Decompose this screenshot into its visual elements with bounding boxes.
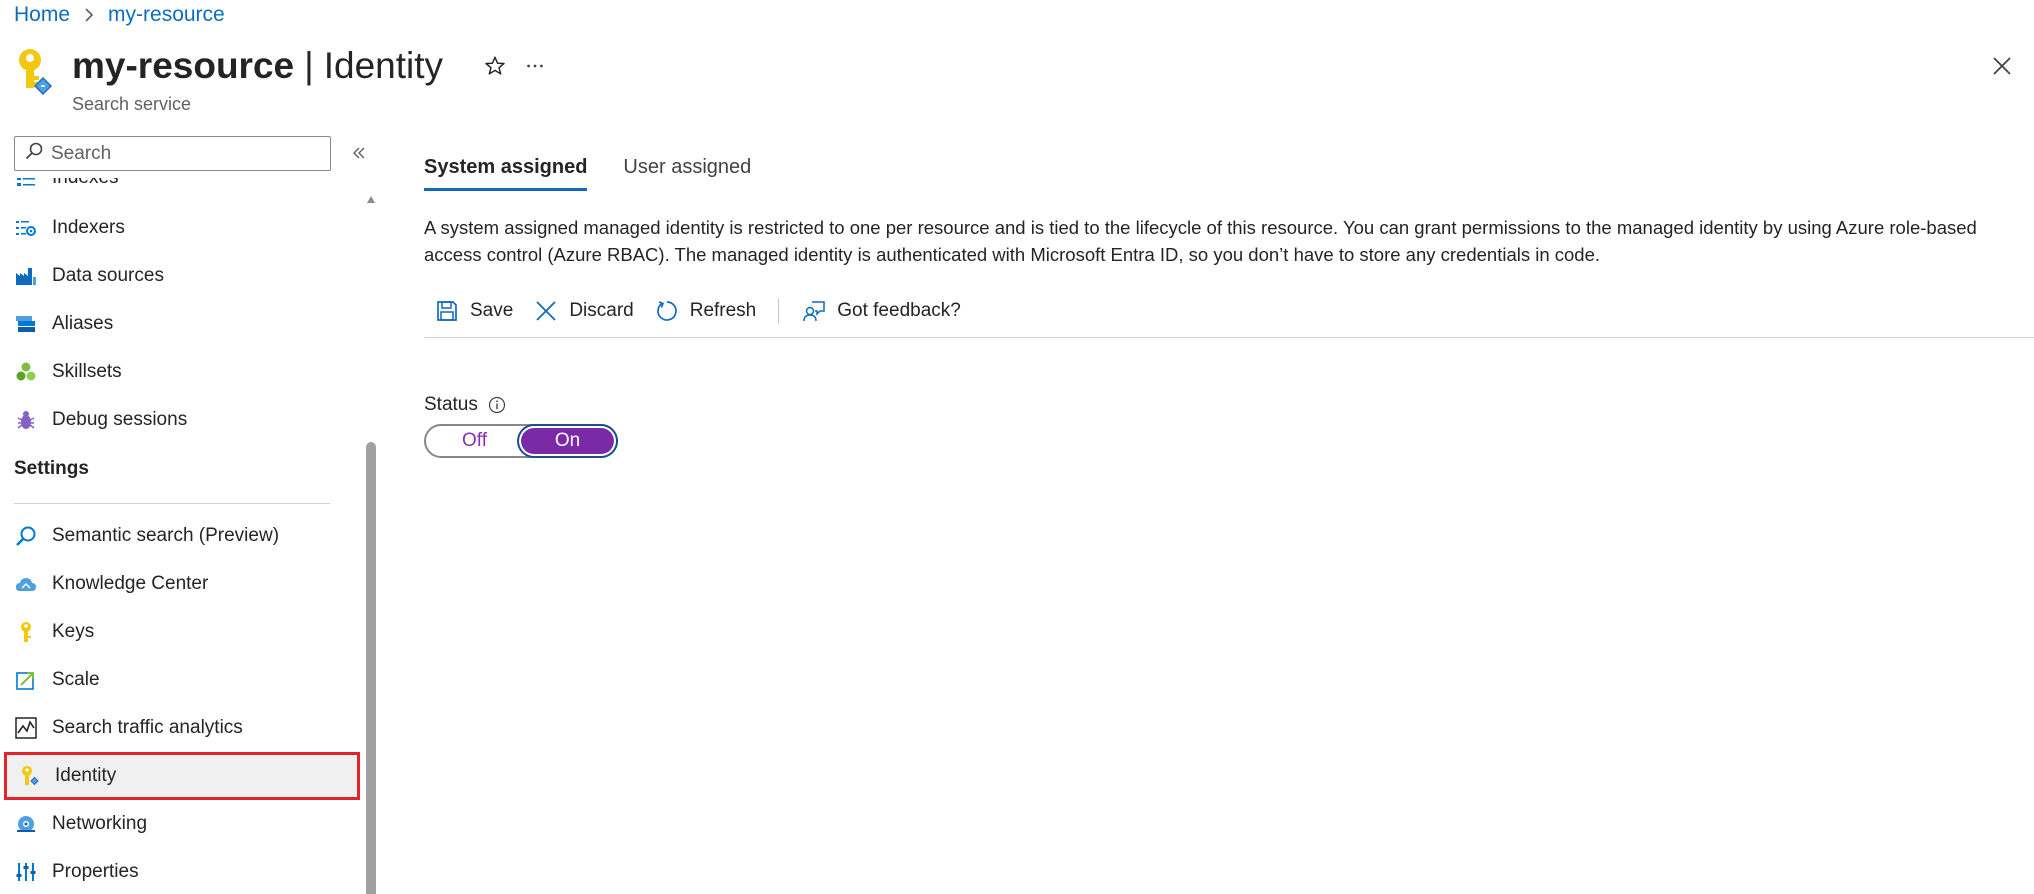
discard-label: Discard	[569, 299, 634, 321]
semantic-search-icon	[14, 524, 38, 548]
tab-user-assigned[interactable]: User assigned	[623, 156, 751, 188]
sidebar-item-knowledge-center[interactable]: Knowledge Center	[4, 560, 360, 608]
breadcrumb-home-link[interactable]: Home	[14, 3, 70, 27]
search-service-key-icon	[14, 48, 56, 104]
breadcrumb-resource-link[interactable]: my-resource	[108, 3, 225, 27]
status-section: Status Off On	[424, 394, 2034, 458]
feedback-button[interactable]: Got feedback?	[791, 291, 971, 331]
refresh-icon	[654, 298, 680, 324]
sidebar-item-networking[interactable]: Networking	[4, 800, 360, 848]
status-label: Status	[424, 394, 478, 415]
favorite-star-icon[interactable]	[477, 48, 513, 84]
indexes-icon	[14, 178, 38, 190]
sidebar-item-label: Identity	[55, 765, 117, 786]
save-button[interactable]: Save	[424, 291, 523, 331]
close-icon[interactable]	[1984, 48, 2020, 84]
sidebar-item-semantic-search[interactable]: Semantic search (Preview)	[4, 512, 360, 560]
menu-search-input[interactable]	[51, 142, 321, 165]
scale-icon	[14, 668, 38, 692]
toolbar-divider	[778, 297, 780, 324]
sidebar-item-label: Aliases	[52, 313, 114, 334]
sidebar-item-search-traffic-analytics[interactable]: Search traffic analytics	[4, 704, 360, 752]
menu-list: Indexes Indexers Data sources Aliases Sk…	[0, 178, 366, 894]
sidebar-item-label: Search traffic analytics	[52, 717, 243, 738]
main-content: System assigned User assigned A system a…	[424, 130, 2034, 458]
save-label: Save	[470, 299, 514, 321]
more-options-icon[interactable]	[517, 48, 553, 84]
system-assigned-description: A system assigned managed identity is re…	[424, 217, 1977, 265]
sidebar-item-label: Knowledge Center	[52, 573, 209, 594]
page-header: my-resource | Identity Search service	[14, 44, 557, 115]
sidebar-item-label: Properties	[52, 861, 139, 882]
properties-icon	[14, 860, 38, 884]
sidebar-item-data-sources[interactable]: Data sources	[4, 252, 360, 300]
scrollbar-thumb[interactable]	[366, 442, 376, 894]
status-on-option[interactable]: On	[521, 428, 614, 454]
data-sources-icon	[14, 264, 38, 288]
aliases-icon	[14, 312, 38, 336]
sidebar-item-debug-sessions[interactable]: Debug sessions	[4, 396, 360, 444]
sidebar-item-aliases[interactable]: Aliases	[4, 300, 360, 348]
debug-icon	[14, 408, 38, 432]
identity-icon	[17, 764, 41, 788]
key-icon	[14, 620, 38, 644]
status-toggle[interactable]: Off On	[424, 424, 618, 458]
resource-menu-sidebar: Indexes Indexers Data sources Aliases Sk…	[0, 130, 380, 894]
sidebar-item-label: Keys	[52, 621, 95, 642]
search-icon	[25, 142, 43, 165]
sidebar-item-keys[interactable]: Keys	[4, 608, 360, 656]
collapse-menu-icon[interactable]	[346, 140, 372, 166]
sidebar-item-identity[interactable]: Identity	[4, 752, 360, 800]
sidebar-item-label: Semantic search (Preview)	[52, 525, 280, 546]
sidebar-item-scale[interactable]: Scale	[4, 656, 360, 704]
refresh-button[interactable]: Refresh	[644, 291, 767, 331]
save-icon	[434, 298, 460, 324]
title-separator: |	[304, 45, 314, 86]
sidebar-item-label: Skillsets	[52, 361, 122, 382]
page-subtitle: Search service	[72, 94, 192, 114]
sidebar-item-label: Indexes	[52, 178, 119, 189]
sidebar-item-indexes[interactable]: Indexes	[4, 178, 360, 202]
feedback-icon	[801, 298, 827, 324]
discard-x-icon	[533, 298, 559, 324]
networking-icon	[14, 812, 38, 836]
sidebar-item-label: Networking	[52, 813, 148, 834]
command-bar: Save Discard Refresh Got feedback?	[424, 284, 2034, 338]
settings-divider	[14, 503, 330, 504]
sidebar-item-skillsets[interactable]: Skillsets	[4, 348, 360, 396]
identity-tabs: System assigned User assigned	[424, 130, 2034, 194]
sidebar-item-label: Indexers	[52, 217, 125, 238]
chevron-right-icon	[84, 7, 94, 23]
sidebar-item-indexers[interactable]: Indexers	[4, 204, 360, 252]
settings-heading: Settings	[14, 458, 89, 479]
tab-system-assigned[interactable]: System assigned	[424, 156, 588, 191]
sidebar-scrollbar[interactable]	[364, 192, 378, 894]
skillsets-icon	[14, 360, 38, 384]
page-title-resource: my-resource	[72, 45, 295, 86]
info-icon[interactable]	[488, 396, 506, 414]
breadcrumb: Home my-resource	[14, 2, 225, 28]
discard-button[interactable]: Discard	[523, 291, 643, 331]
sidebar-item-label: Debug sessions	[52, 409, 188, 430]
sidebar-item-label: Scale	[52, 669, 100, 690]
refresh-label: Refresh	[689, 299, 757, 321]
feedback-label: Got feedback?	[837, 299, 961, 321]
analytics-icon	[14, 716, 38, 740]
status-label-row: Status	[424, 394, 2034, 416]
indexers-icon	[14, 216, 38, 240]
sidebar-item-label: Data sources	[52, 265, 164, 286]
sidebar-item-properties[interactable]: Properties	[4, 848, 360, 894]
status-off-option[interactable]: Off	[428, 428, 521, 454]
menu-search-box[interactable]	[14, 136, 331, 171]
knowledge-center-icon	[14, 572, 38, 596]
scroll-up-arrow-icon[interactable]	[366, 192, 376, 204]
page-title-section: Identity	[323, 45, 444, 86]
